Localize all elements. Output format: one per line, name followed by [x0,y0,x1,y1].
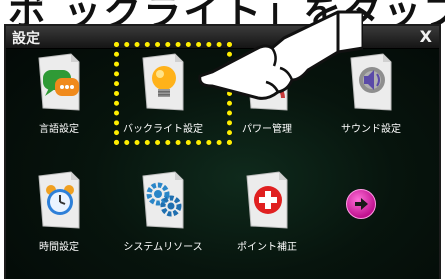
red-cross-icon [246,171,288,229]
speech-bubbles-icon [38,53,80,111]
time-settings-tile[interactable]: 時間設定 [11,170,107,262]
instruction-text: ボ ックライト」をタップ [8,0,445,24]
alarm-clock-icon [38,171,80,229]
tile-label: 言語設定 [39,124,79,135]
tile-label: システムリソース [123,242,203,253]
arrow-right-icon [355,198,368,210]
power-management-tile[interactable]: パワー管理 [219,52,315,144]
close-button[interactable]: X [420,27,432,46]
backlight-settings-tile[interactable]: バックライト設定 [115,52,211,144]
power-gauge-icon [246,53,288,111]
speaker-icon [350,53,392,111]
tile-label: パワー管理 [242,124,292,135]
tile-label: ポイント補正 [237,242,297,253]
language-settings-tile[interactable]: 言語設定 [11,52,107,144]
tile-label: 時間設定 [39,242,79,253]
window-title: 設定 [12,31,40,47]
point-calibration-tile[interactable]: ポイント補正 [219,170,315,262]
gears-icon [142,171,184,229]
light-bulb-icon [142,53,184,111]
instruction-banner: ボ ックライト」をタップ [0,0,445,24]
sound-settings-tile[interactable]: サウンド設定 [323,52,419,144]
title-bar: 設定 X [6,26,439,49]
system-resources-tile[interactable]: システムリソース [115,170,211,262]
settings-window: 設定 X 言語設定 バックライト設定 パワー管理 サウンド設定 時間設定 システ… [4,24,441,279]
tile-label: サウンド設定 [341,124,401,135]
next-page-button[interactable] [346,189,376,219]
tile-label: バックライト設定 [123,124,203,135]
